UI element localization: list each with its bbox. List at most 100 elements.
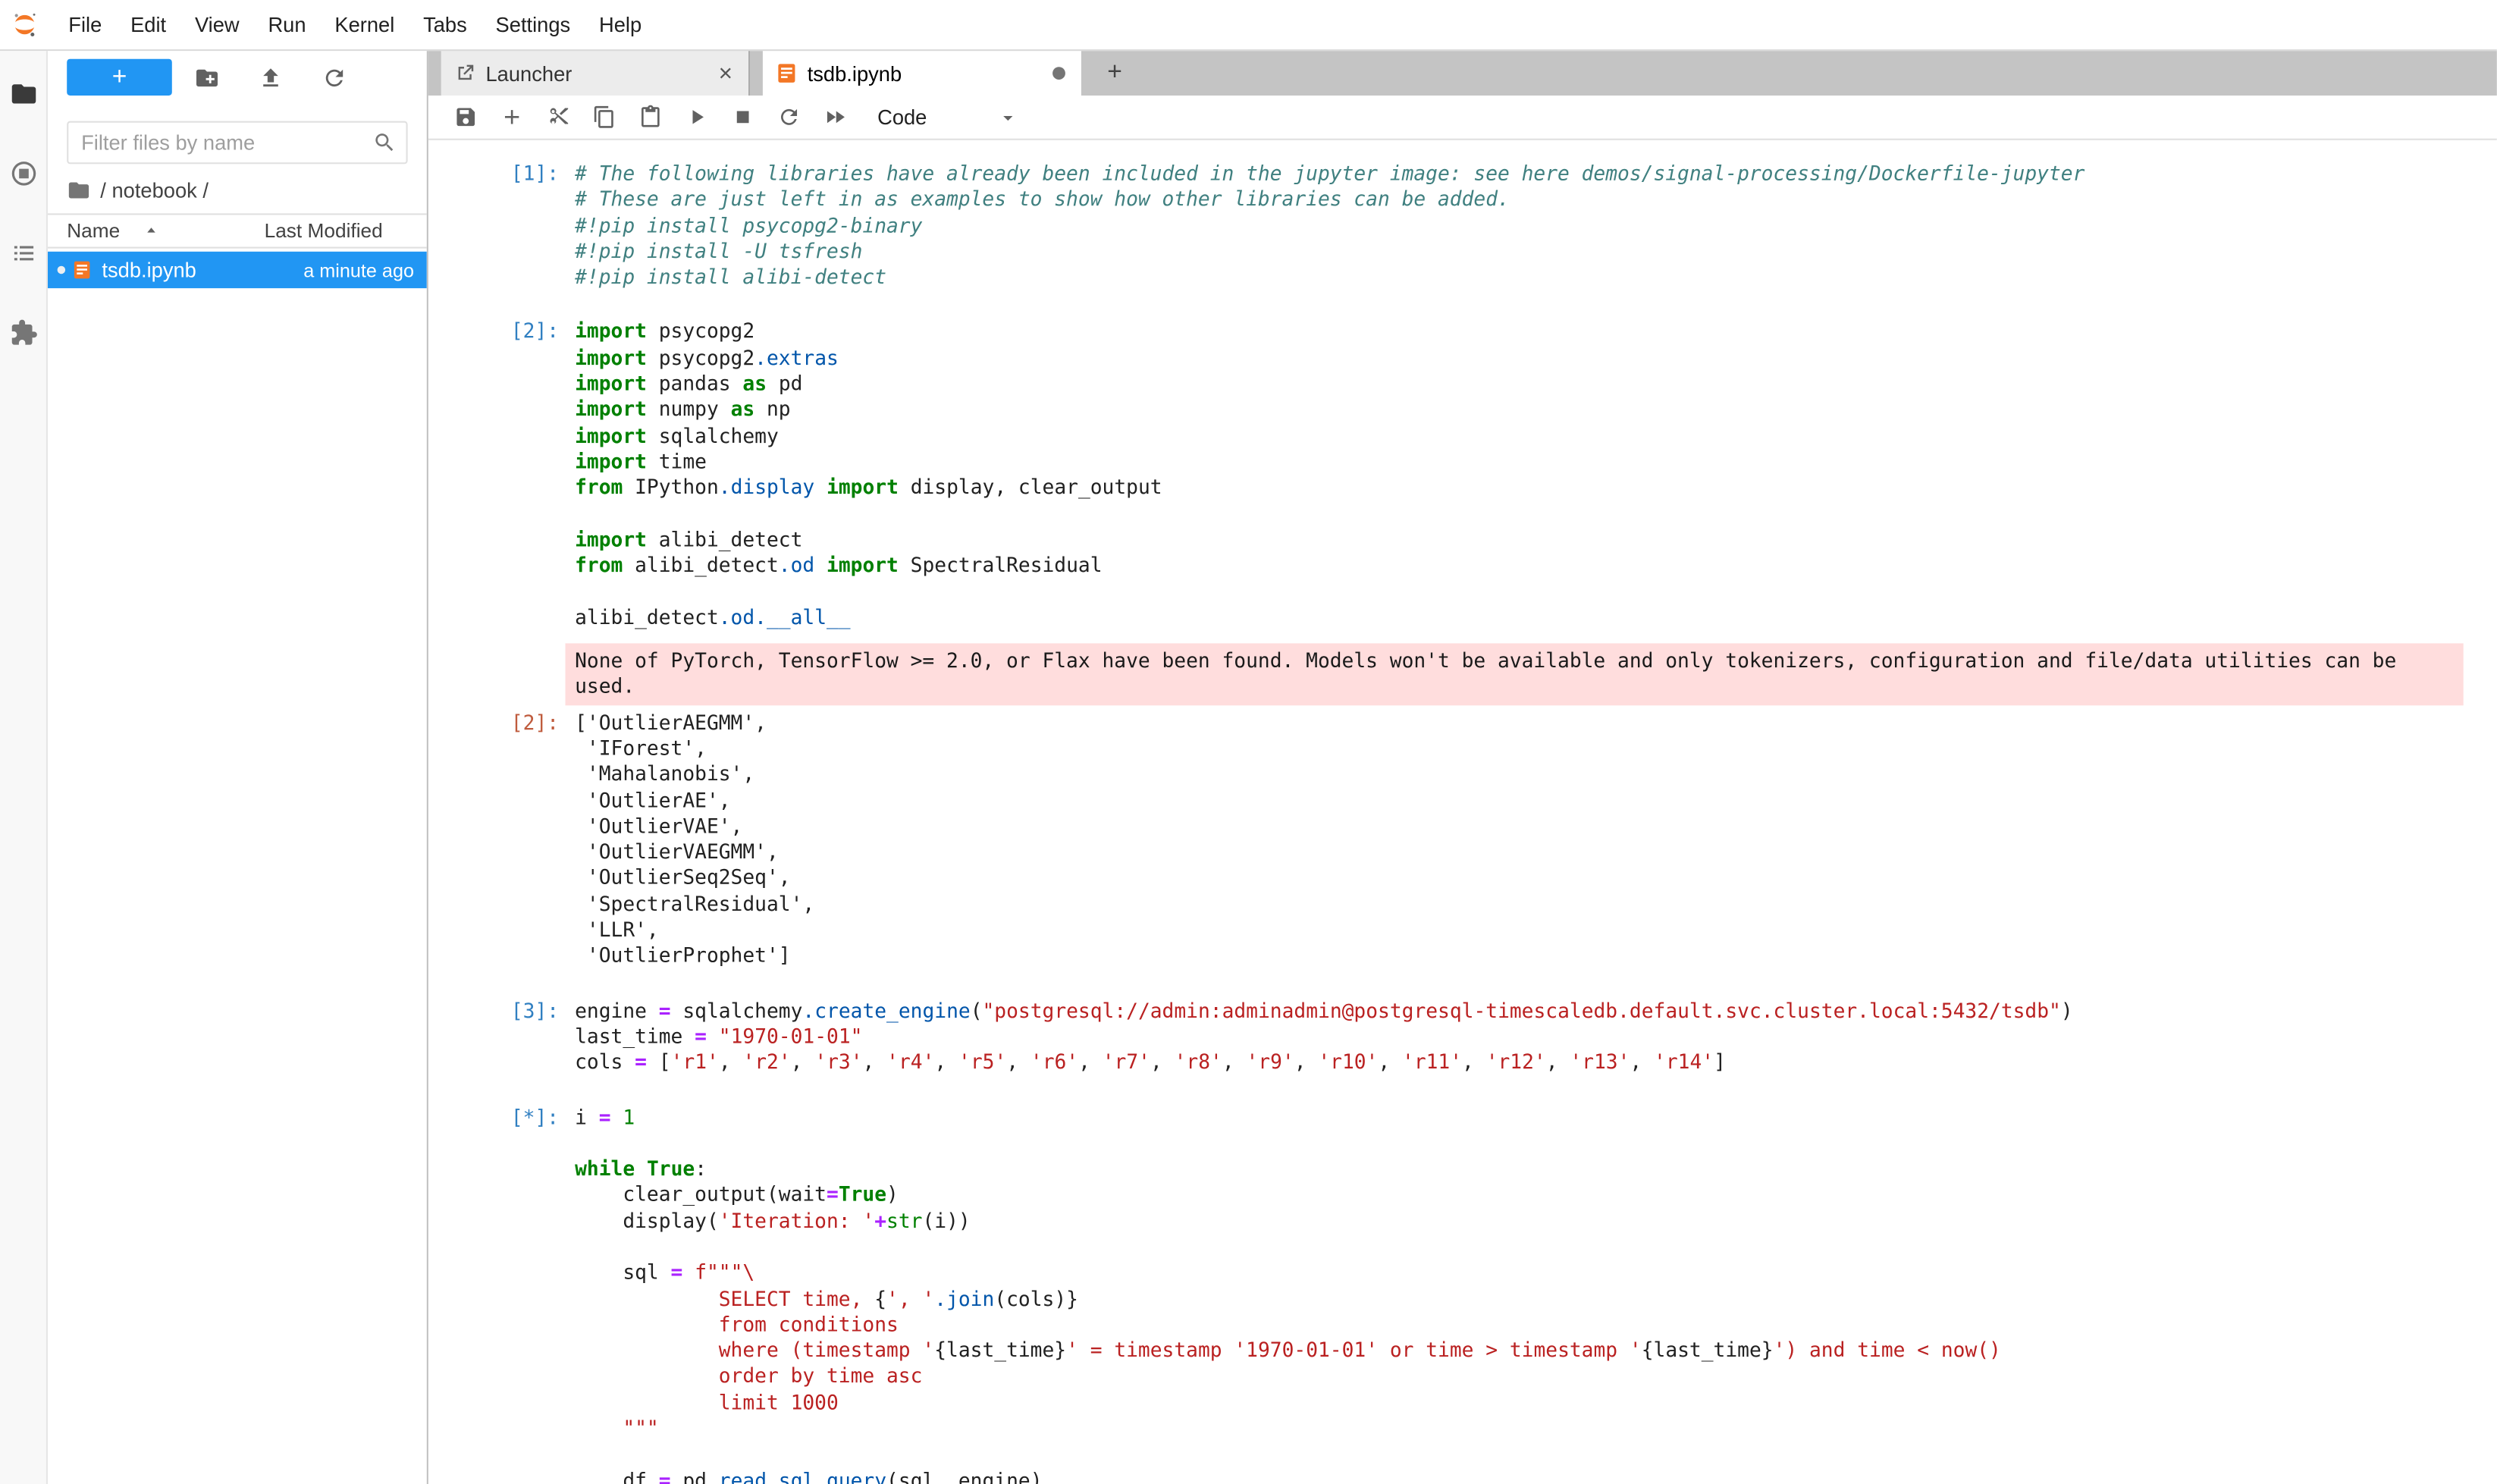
cell-type-value: Code: [877, 105, 927, 130]
file-filter: [67, 121, 407, 165]
refresh-button[interactable]: [303, 59, 366, 96]
main-area: + / notebook / Name Last Modified tsdb.i…: [0, 51, 2497, 1484]
code-line: [575, 1131, 2497, 1156]
code-line: from IPython.display import display, cle…: [575, 475, 2497, 500]
sidebar-tab-running-kernels[interactable]: [0, 133, 46, 213]
file-item[interactable]: tsdb.ipynba minute ago: [48, 252, 427, 288]
sort-by-modified[interactable]: Last Modified: [265, 220, 411, 242]
code-line: from alibi_detect.od import SpectralResi…: [575, 553, 2497, 579]
launcher-icon: [454, 62, 476, 84]
code-editor[interactable]: import psycopg2import psycopg2.extras imp…: [575, 319, 2497, 631]
code-line: import numpy as np: [575, 397, 2497, 423]
tab-bar: Launcher× tsdb.ipynb +: [428, 51, 2497, 96]
code-line: df = pd.read_sql_query(sql, engine): [575, 1467, 2497, 1484]
dock-tab-launcher[interactable]: Launcher×: [441, 51, 750, 96]
cell-input: [*]:i = 1 while True: clear_output(wait=…: [428, 1104, 2497, 1484]
tab-label: tsdb.ipynb: [808, 61, 1052, 86]
copy-icon: [592, 105, 616, 130]
file-name: tsdb.ipynb: [102, 258, 303, 282]
code-line: import time: [575, 449, 2497, 475]
notebook-cell: [2]:import psycopg2import psycopg2.extra…: [428, 312, 2497, 977]
output-line: 'OutlierProphet']: [575, 943, 2497, 969]
code-line: i = 1: [575, 1104, 2497, 1130]
paste-cells-button[interactable]: [627, 96, 673, 138]
fast-forward-icon: [823, 105, 848, 130]
new-tab-button[interactable]: +: [1094, 51, 1136, 96]
menu-item-help[interactable]: Help: [585, 0, 656, 49]
code-line: clear_output(wait=True): [575, 1182, 2497, 1208]
folder-icon: [9, 80, 38, 108]
input-prompt: [1]:: [428, 161, 575, 290]
cut-icon: [546, 105, 570, 130]
code-line: cols = ['r1', 'r2', 'r3', 'r4', 'r5', 'r…: [575, 1049, 2497, 1075]
file-browser-panel: + / notebook / Name Last Modified tsdb.i…: [48, 51, 428, 1484]
input-prompt: [3]:: [428, 998, 575, 1076]
breadcrumb-path: / notebook /: [100, 178, 209, 202]
menu-item-file[interactable]: File: [54, 0, 116, 49]
dock-tab-tsdb-ipynb[interactable]: tsdb.ipynb: [763, 51, 1081, 96]
code-line: [575, 1234, 2497, 1260]
insert-cell-button[interactable]: [489, 96, 535, 138]
code-line: """: [575, 1416, 2497, 1442]
output-line: ['OutlierAEGMM',: [575, 710, 2497, 736]
code-editor[interactable]: # The following libraries have already b…: [575, 161, 2497, 290]
code-line: import psycopg2.extras: [575, 345, 2497, 371]
upload-button[interactable]: [239, 59, 303, 96]
code-line: # The following libraries have already b…: [575, 161, 2497, 187]
open-indicator-dot: [58, 266, 66, 275]
menu-item-tabs[interactable]: Tabs: [409, 0, 481, 49]
sidebar-tab-extensions[interactable]: [0, 293, 46, 372]
sidebar-tab-table-of-contents[interactable]: [0, 213, 46, 293]
restart-kernel-button[interactable]: [766, 96, 812, 138]
notebook-icon: [71, 259, 92, 280]
code-line: SELECT time, {', '.join(cols)}: [575, 1286, 2497, 1312]
menu-item-view[interactable]: View: [180, 0, 254, 49]
cell-type-dropdown[interactable]: Code: [871, 98, 1026, 136]
code-line: import psycopg2: [575, 319, 2497, 345]
list-icon: [9, 239, 38, 268]
sidebar-tab-file-browser[interactable]: [0, 54, 46, 133]
output-line: 'OutlierVAEGMM',: [575, 839, 2497, 865]
code-line: #!pip install psycopg2-binary: [575, 213, 2497, 239]
puzzle-icon: [9, 318, 38, 347]
code-line: from conditions: [575, 1312, 2497, 1338]
restart-icon: [777, 105, 801, 130]
close-tab-icon[interactable]: ×: [715, 60, 736, 87]
run-button[interactable]: [673, 96, 720, 138]
home-folder-icon[interactable]: [67, 178, 91, 202]
dock-panel: Launcher× tsdb.ipynb + Code [1]:# The foll…: [428, 51, 2497, 1484]
code-line: engine = sqlalchemy.create_engine("postg…: [575, 998, 2497, 1024]
code-line: sql = f"""\: [575, 1260, 2497, 1286]
stop-icon: [731, 105, 755, 130]
breadcrumb[interactable]: / notebook /: [48, 164, 427, 213]
sort-by-name[interactable]: Name: [67, 220, 264, 242]
restart-run-all-button[interactable]: [812, 96, 858, 138]
search-icon: [372, 130, 397, 155]
new-launcher-button[interactable]: +: [67, 59, 172, 96]
save-button[interactable]: [443, 96, 489, 138]
notebook-content: [1]:# The following libraries have alrea…: [428, 140, 2497, 1484]
menu-item-kernel[interactable]: Kernel: [320, 0, 409, 49]
new-folder-button[interactable]: [175, 59, 239, 96]
interrupt-kernel-button[interactable]: [720, 96, 766, 138]
menu-item-settings[interactable]: Settings: [482, 0, 585, 49]
code-line: [575, 501, 2497, 527]
code-editor[interactable]: i = 1 while True: clear_output(wait=True…: [575, 1104, 2497, 1484]
output-line: 'Mahalanobis',: [575, 761, 2497, 787]
code-line: import alibi_detect: [575, 527, 2497, 553]
tab-label: Launcher: [486, 61, 716, 86]
cut-cells-button[interactable]: [535, 96, 582, 138]
file-filter-input[interactable]: [67, 121, 407, 165]
file-browser-toolbar: +: [48, 51, 427, 102]
menu-item-run[interactable]: Run: [254, 0, 321, 49]
notebook-cell: [3]:engine = sqlalchemy.create_engine("p…: [428, 990, 2497, 1084]
code-line: where (timestamp '{last_time}' = timesta…: [575, 1338, 2497, 1363]
cell-output: [2]:['OutlierAEGMM', 'IForest', 'Mahalan…: [428, 710, 2497, 969]
code-editor[interactable]: engine = sqlalchemy.create_engine("postg…: [575, 998, 2497, 1076]
copy-cells-button[interactable]: [581, 96, 627, 138]
input-prompt: [*]:: [428, 1104, 575, 1484]
column-name-label: Name: [67, 220, 120, 242]
menu-item-edit[interactable]: Edit: [116, 0, 180, 49]
jupyterlab-window: FileEditViewRunKernelTabsSettingsHelp + …: [0, 0, 2497, 1484]
code-line: while True:: [575, 1156, 2497, 1182]
